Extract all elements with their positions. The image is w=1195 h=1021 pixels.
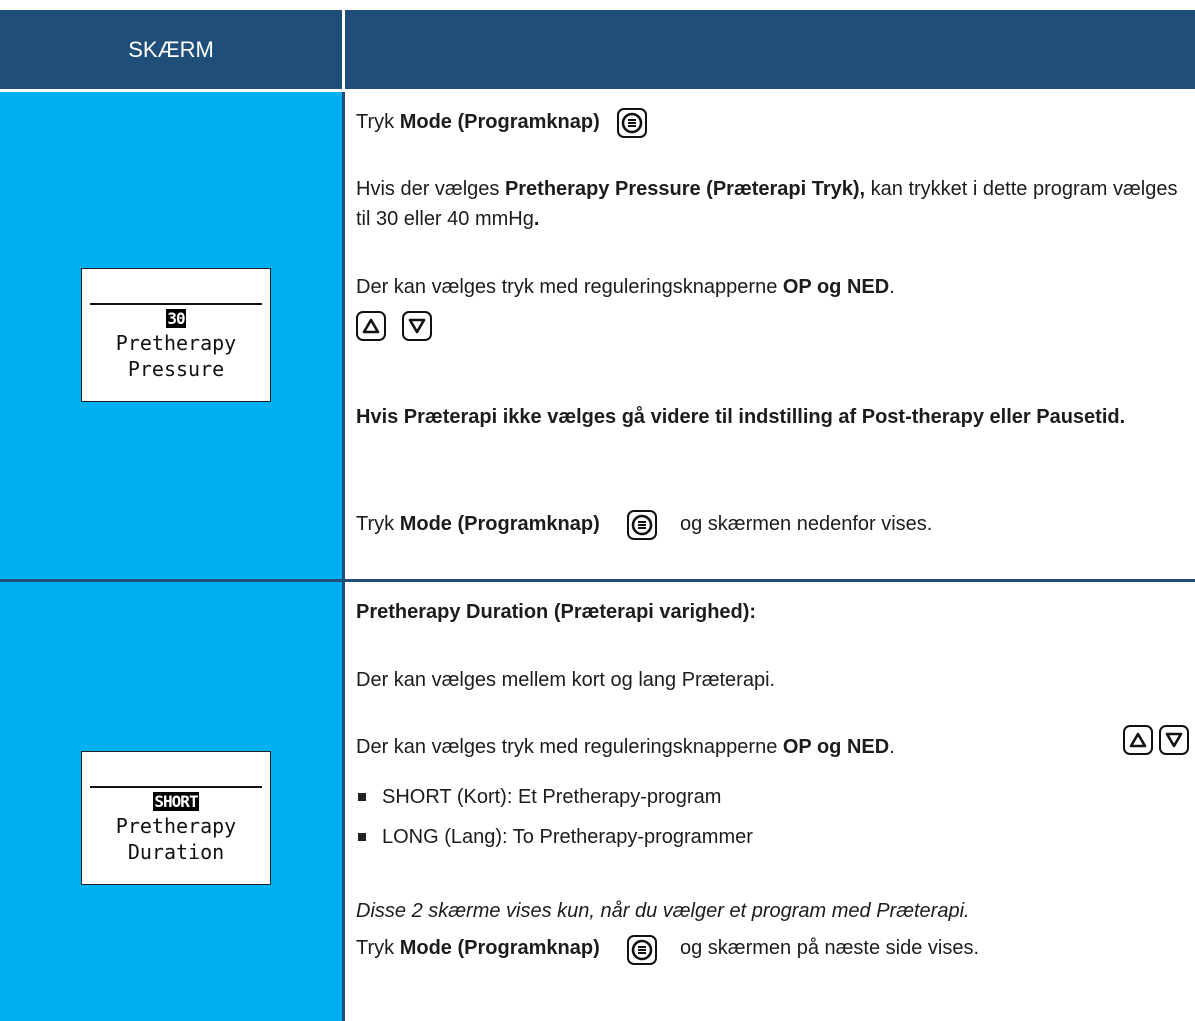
down-arrow-icon [402,311,432,341]
mode-button-icon [627,935,657,965]
mode-button-icon [627,510,657,540]
row2-instruction-mode-next: Tryk Mode (Programknap) [356,937,600,959]
lcd-line-1: Pretherapy [115,331,237,355]
row1-next-screen-text: og skærmen nedenfor vises. [680,513,933,535]
lcd-pretherapy-duration: SHORT Pretherapy Duration [81,751,271,885]
down-arrow-icon [1159,725,1189,755]
lcd-value: 30 [166,309,186,328]
row2-choice-text: Der kan vælges mellem kort og lang Præte… [356,669,776,691]
row1-pretherapy-pressure-text: Hvis der vælges Pretherapy Pressure (Præ… [356,178,1178,230]
list-item: LONG (Lang): To Pretherapy-programmer [382,826,753,848]
list-item: SHORT (Kort): Et Pretherapy-program [382,786,722,808]
row1-skip-note: Hvis Præterapi ikke vælges gå videre til… [356,406,1126,428]
lcd-value: SHORT [153,792,199,811]
row1-instruction-mode: Tryk Mode (Programknap) [356,111,600,133]
lcd-line-2: Duration [127,840,225,864]
row1-instruction-mode-next: Tryk Mode (Programknap) [356,513,600,535]
row2-next-page-text: og skærmen på næste side vises. [680,937,980,959]
row2-italic-note: Disse 2 skærme vises kun, når du vælger … [356,900,970,922]
column-header-screen: SKÆRM [0,10,342,89]
column-header-blank [345,10,1195,89]
column-header-label: SKÆRM [128,36,214,62]
lcd-pretherapy-pressure: 30 Pretherapy Pressure [81,268,271,402]
lcd-line-1: Pretherapy [115,814,237,838]
mode-button-icon [617,108,647,138]
lcd-rule [90,303,262,305]
row1-text-cell [345,92,1195,579]
up-arrow-icon [356,311,386,341]
row1-adjust-text: Der kan vælges tryk med reguleringsknapp… [356,276,895,298]
row2-heading: Pretherapy Duration (Præterapi varighed)… [356,601,757,623]
column-divider [342,92,345,1021]
lcd-line-2: Pressure [127,357,225,381]
lcd-rule [90,786,262,788]
bullet-marker [358,833,366,841]
bullet-marker [358,793,366,801]
up-arrow-icon [1123,725,1153,755]
row2-adjust-text: Der kan vælges tryk med reguleringsknapp… [356,736,895,758]
